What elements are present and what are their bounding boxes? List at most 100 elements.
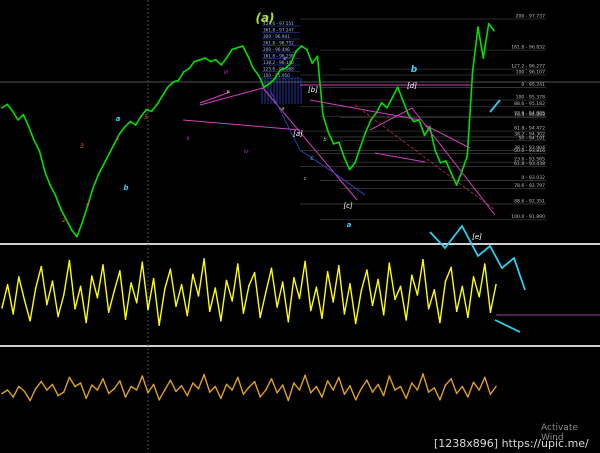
elliott-wave-chart: 200 - 97.737 161.8 - 96.832 127.2 - 96.277…	[0, 0, 600, 453]
price-point	[145, 108, 148, 111]
price-point	[477, 26, 479, 29]
oscillator-1-line-point	[276, 306, 278, 308]
fib-level-label: 100.0 - 91.890	[511, 214, 545, 220]
wave-label: 5	[144, 114, 148, 121]
price-point	[380, 101, 383, 104]
oscillator-1-line-point	[472, 276, 475, 278]
oscillator-1-line-point	[124, 318, 127, 320]
price-point	[487, 22, 490, 25]
oscillator-2-line-point	[152, 383, 155, 386]
price-point	[124, 125, 126, 128]
price-point	[54, 194, 57, 197]
wave-label: b	[123, 184, 128, 192]
oscillator-2-line-point	[29, 399, 31, 402]
oscillator-1-line-point	[208, 310, 211, 313]
fib-level-label: 61.8 - 94.472	[514, 126, 545, 132]
oscillator-1-line-point	[85, 321, 87, 324]
oscillator-1-line-point	[461, 285, 464, 288]
oscillator-1-line-point	[46, 303, 48, 306]
oscillator-2-line-point	[382, 394, 385, 397]
oscillator-1-line-point	[338, 265, 340, 267]
fib-level-label: 50.0 - 93.816	[514, 148, 545, 154]
oscillator-2-line-point	[113, 387, 116, 390]
oscillator-2-line-point	[321, 396, 323, 398]
wave-label: a	[347, 221, 352, 229]
wave-label: [d]	[407, 82, 417, 90]
fib-level-label: 100 - 96.107	[516, 69, 545, 75]
price-point	[412, 120, 415, 123]
price-point	[129, 120, 132, 123]
price-point	[215, 58, 217, 61]
oscillator-2-line-point	[46, 389, 48, 391]
oscillator-2-line-point	[332, 389, 335, 391]
wave-line	[329, 169, 366, 196]
oscillator-2-line-point	[366, 379, 368, 382]
oscillator-1-line-point	[467, 316, 469, 319]
oscillator-1-line-point	[326, 271, 329, 273]
oscillator-1-line-point	[63, 294, 65, 296]
oscillator-2-line-point	[68, 376, 71, 379]
oscillator-1-line-point	[270, 267, 273, 270]
oscillator-2-line-point	[411, 382, 413, 384]
oscillator-2-line-point	[203, 373, 205, 376]
price-point	[38, 149, 41, 152]
oscillator-1-line-point	[433, 289, 436, 291]
price-point	[97, 173, 100, 176]
oscillator-1-line-point	[265, 291, 267, 294]
oscillator-2-line-point	[478, 389, 481, 391]
oscillator-2-line-point	[237, 376, 239, 379]
oscillator-2-line-point	[281, 384, 284, 386]
price-point	[273, 77, 276, 80]
price-point	[257, 74, 260, 77]
price-point	[370, 119, 372, 121]
price-point	[59, 208, 62, 211]
price-point	[225, 57, 228, 59]
wave-label: 1	[116, 135, 120, 142]
oscillator-2-line-point	[399, 385, 402, 388]
oscillator-2-line-point	[102, 378, 104, 380]
oscillator-2-line-point	[450, 378, 452, 380]
oscillator-1-line-point	[349, 283, 351, 285]
oscillator-1-line-point	[23, 299, 26, 302]
oscillator-2-line-point	[158, 399, 160, 401]
oscillator-2-line-point	[180, 385, 183, 387]
oscillator-1-line-point	[40, 265, 43, 268]
oscillator-1-line-point	[360, 289, 363, 292]
oscillator-1-line-point	[152, 277, 155, 280]
price-point	[70, 228, 73, 231]
oscillator-2-line-point	[304, 374, 306, 377]
oscillator-2-line-point	[74, 385, 76, 388]
oscillator-2-line-point	[214, 385, 217, 388]
fib-level-label: 200 - 97.737	[516, 14, 545, 20]
oscillator-1-line-point	[130, 282, 132, 284]
fib-level-label: 88.6 - 92.351	[514, 198, 545, 204]
image-size-label: [1238x896] https://upic.me/	[434, 437, 589, 450]
price-point	[156, 103, 159, 106]
price-point	[92, 187, 94, 190]
fib-level-label: 50 - 94.191	[519, 135, 546, 141]
oscillator-1-line-point	[455, 310, 458, 313]
oscillator-2-line-point	[107, 392, 110, 395]
price-point	[220, 64, 223, 66]
fib-level-label: 300 - 96.941	[263, 34, 290, 39]
wave-line	[199, 87, 264, 106]
oscillator-1-line-point	[29, 320, 31, 322]
oscillator-1-line-point	[388, 262, 391, 265]
wave-label: [b]	[308, 86, 318, 94]
price-point	[364, 131, 367, 133]
price-point	[231, 48, 233, 51]
price-point	[199, 58, 201, 61]
fibonacci-levels: 200 - 97.737 161.8 - 96.832 127.2 - 96.277…	[300, 14, 546, 220]
price-point	[455, 184, 458, 187]
price-point	[439, 161, 442, 164]
oscillator-2-line-point	[310, 392, 312, 394]
price-point	[386, 106, 388, 109]
oscillator-1-line-point	[310, 309, 312, 312]
oscillator-1-line-point	[164, 288, 166, 290]
price-point	[423, 134, 426, 137]
oscillator-1-line-point	[450, 266, 452, 269]
price-point	[466, 155, 469, 157]
oscillator-2-line-point	[293, 382, 295, 384]
price-point	[279, 69, 281, 71]
wave-label: b	[411, 65, 418, 75]
